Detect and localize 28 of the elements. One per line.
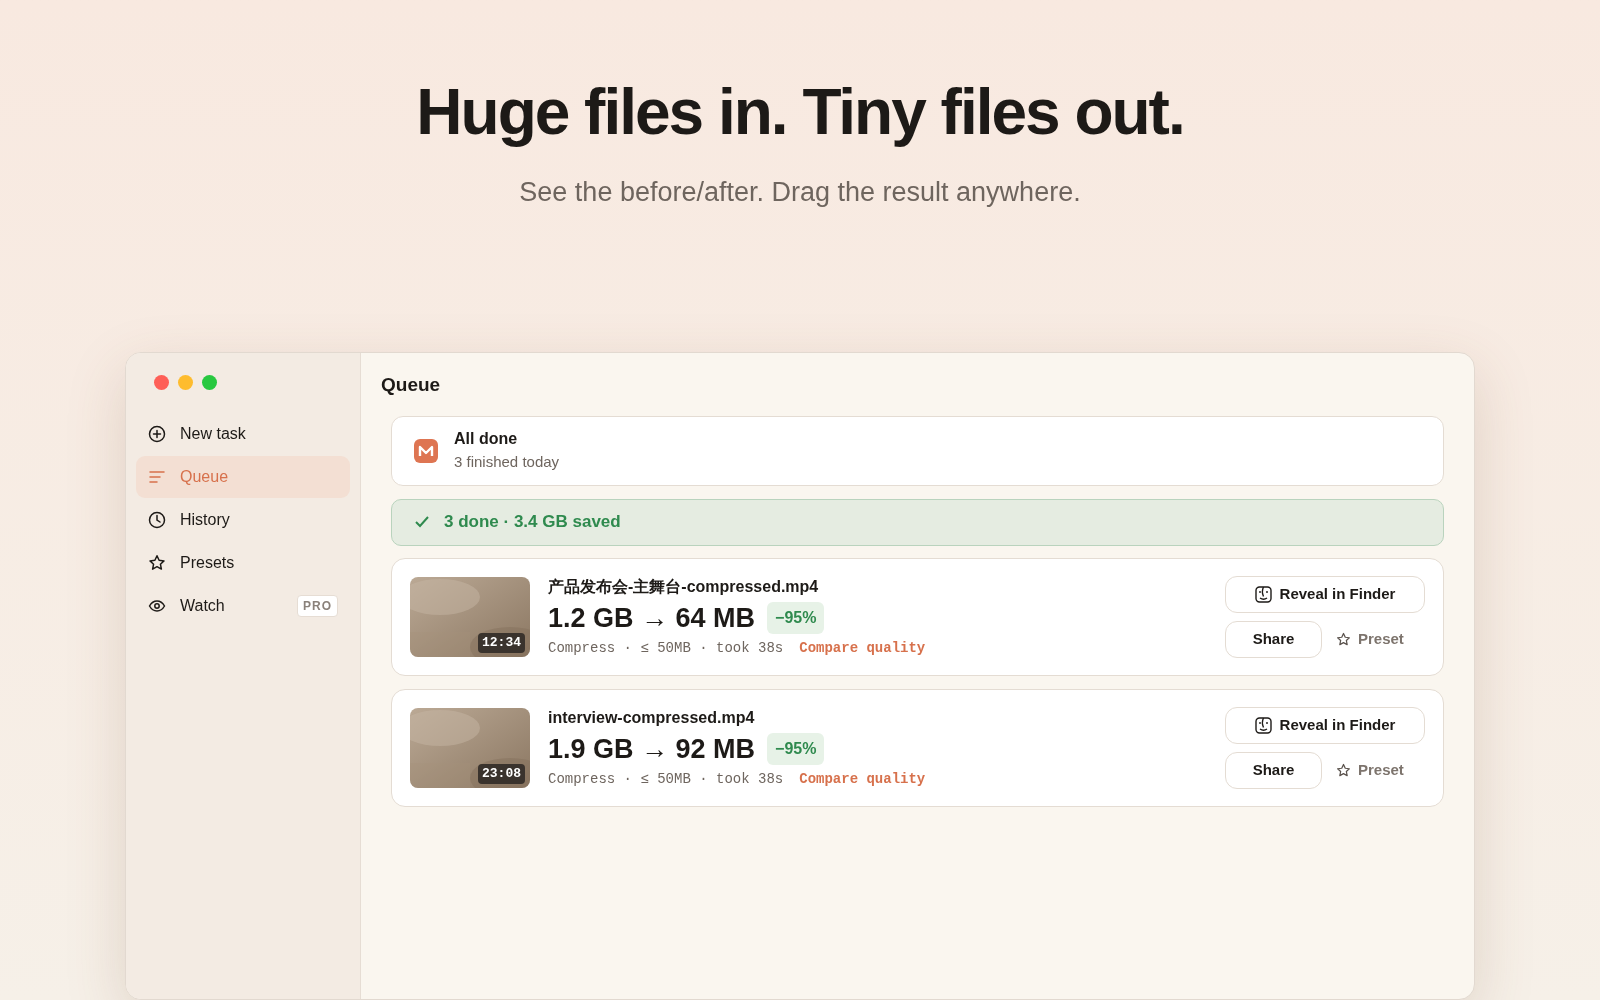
preset-button[interactable]: Preset — [1336, 758, 1404, 782]
video-thumbnail[interactable]: 12:34 — [410, 576, 530, 657]
reveal-in-finder-button[interactable]: Reveal in Finder — [1225, 575, 1425, 613]
status-subtitle: 3 finished today — [454, 452, 560, 473]
sidebar-item[interactable]: Watch PRO — [136, 585, 350, 627]
status-title: All done — [454, 429, 519, 450]
sidebar-item[interactable]: History — [136, 499, 350, 541]
size-change: 1.2 GB → 64 MB — [548, 601, 756, 635]
task-details: Compress · ≤ 50MB · took 38s — [548, 769, 784, 789]
video-thumbnail[interactable]: 23:08 — [410, 707, 530, 788]
size-change: 1.9 GB → 92 MB — [548, 732, 756, 766]
share-button[interactable]: Share — [1225, 751, 1322, 789]
preset-button[interactable]: Preset — [1336, 627, 1404, 651]
file-name: interview-compressed.mp4 — [548, 707, 756, 728]
sidebar-item[interactable]: Presets — [136, 542, 350, 584]
sidebar-item[interactable]: New task — [136, 413, 350, 455]
summary-text: 3 done · 3.4 GB saved — [444, 511, 621, 534]
file-name: 产品发布会-主舞台-compressed.mp4 — [548, 576, 820, 597]
reveal-in-finder-button[interactable]: Reveal in Finder — [1225, 706, 1425, 744]
page-title: Queue — [381, 373, 442, 397]
reduction-badge: −95% — [767, 732, 825, 765]
duration-label: 23:08 — [478, 764, 525, 784]
duration-label: 12:34 — [478, 633, 525, 653]
share-button[interactable]: Share — [1225, 620, 1322, 658]
reduction-badge: −95% — [767, 601, 825, 634]
pro-badge: PRO — [297, 595, 338, 617]
subtitle: See the before/after. Drag the result anywhere. — [519, 176, 1081, 209]
task-details: Compress · ≤ 50MB · took 38s — [548, 638, 784, 658]
